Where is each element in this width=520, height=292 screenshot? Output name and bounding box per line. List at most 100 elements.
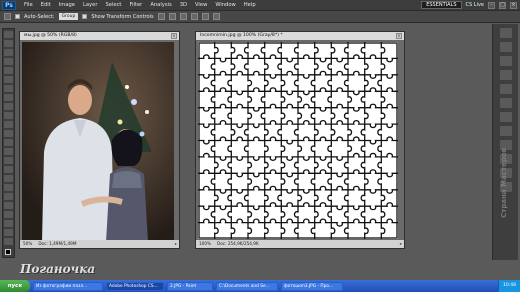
menu-item[interactable]: Window — [211, 2, 239, 8]
tool-icon[interactable] — [4, 130, 13, 137]
tool-icon[interactable] — [4, 229, 13, 236]
panel-icon[interactable] — [500, 112, 512, 122]
photo-title-bar[interactable]: мы.jpg @ 50% (RGB/8) × — [20, 32, 179, 40]
photo-doc-info: Doc: 1,49M/1,49M — [38, 241, 77, 246]
align-icon[interactable] — [168, 13, 176, 20]
menu-item[interactable]: Image — [55, 2, 79, 8]
options-bar: Auto-Select: Group Show Transform Contro… — [0, 11, 520, 23]
couple-photo-image — [22, 42, 174, 242]
main-menu: File Edit Image Layer Select Filter Analysis 3D… — [20, 2, 260, 8]
status-arrow-icon[interactable]: ▸ — [175, 240, 177, 248]
tool-icon[interactable] — [4, 49, 13, 56]
start-button[interactable]: пуск — [0, 280, 30, 292]
menu-item[interactable]: Analysis — [146, 2, 175, 8]
menu-item[interactable]: View — [191, 2, 211, 8]
panel-icon[interactable] — [500, 28, 512, 38]
minimize-button[interactable]: – — [488, 1, 495, 9]
panel-icon[interactable] — [500, 42, 512, 52]
taskbar-item[interactable]: Adobe Photoshop CS... — [106, 281, 164, 291]
distribute-icon[interactable] — [190, 13, 198, 20]
taskbar-item[interactable]: 2.JPG - Paint — [167, 281, 213, 291]
menu-item[interactable]: 3D — [176, 2, 191, 8]
puzzle-canvas[interactable] — [198, 42, 398, 239]
tool-icon[interactable] — [4, 112, 13, 119]
close-button[interactable]: × — [510, 1, 517, 9]
essentials-button[interactable]: ESSENTIALS — [421, 1, 462, 9]
maximize-button[interactable]: □ — [499, 1, 506, 9]
tool-icon[interactable] — [4, 175, 13, 182]
close-icon[interactable]: × — [396, 33, 402, 39]
show-transform-checkbox[interactable] — [82, 14, 88, 19]
align-icon[interactable] — [157, 13, 165, 20]
photo-title: мы.jpg @ 50% (RGB/8) — [24, 33, 77, 38]
tool-icon[interactable] — [4, 121, 13, 128]
windows-taskbar: пуск Из фотографии пазл... Adobe Photosho… — [0, 280, 520, 292]
tool-icon[interactable] — [4, 202, 13, 209]
author-watermark: Поганочка — [20, 262, 96, 276]
status-arrow-icon[interactable]: ▸ — [400, 240, 402, 248]
tool-icon[interactable] — [4, 211, 13, 218]
tool-icon[interactable] — [4, 58, 13, 65]
photo-canvas[interactable] — [22, 42, 174, 242]
tool-icon[interactable] — [4, 184, 13, 191]
puzzle-document-window[interactable]: Incomnimin.jpg @ 100% (Gray/8*) * × 100%… — [195, 31, 405, 249]
align-icon[interactable] — [179, 13, 187, 20]
photo-status-bar: 50% Doc: 1,49M/1,49M ▸ — [20, 240, 179, 248]
photo-zoom[interactable]: 50% — [23, 240, 32, 248]
menu-item[interactable]: Select — [101, 2, 125, 8]
menu-item[interactable]: Filter — [125, 2, 146, 8]
auto-select-checkbox[interactable] — [15, 14, 20, 19]
tool-icon[interactable] — [4, 238, 13, 245]
auto-select-dropdown[interactable]: Group — [58, 13, 79, 20]
taskbar-item[interactable]: фотошоп3.JPG - Про... — [281, 281, 343, 291]
panel-icon[interactable] — [500, 98, 512, 108]
puzzle-zoom[interactable]: 100% — [199, 240, 211, 248]
tool-icon[interactable] — [4, 40, 13, 47]
panels-dock — [492, 24, 518, 260]
panel-icon[interactable] — [500, 70, 512, 80]
photoshop-logo-icon: Ps — [2, 0, 16, 10]
distribute-icon[interactable] — [212, 13, 220, 20]
panel-icon[interactable] — [500, 56, 512, 66]
puzzle-doc-info: Doc: 254,9K/254,9K — [216, 241, 259, 246]
tool-icon[interactable] — [4, 148, 13, 155]
show-transform-label: Show Transform Controls — [91, 13, 154, 20]
panel-icon[interactable] — [500, 126, 512, 136]
tool-icon[interactable] — [4, 157, 13, 164]
tool-icon[interactable] — [4, 103, 13, 110]
tool-icon[interactable] — [4, 67, 13, 74]
tool-icon[interactable] — [4, 193, 13, 200]
close-icon[interactable]: × — [171, 33, 177, 39]
tool-icon[interactable] — [4, 76, 13, 83]
taskbar-item[interactable]: Из фотографии пазл... — [33, 281, 103, 291]
menu-right: ESSENTIALS CS Live – □ × — [421, 1, 517, 9]
menu-item[interactable]: Help — [240, 2, 260, 8]
puzzle-title: Incomnimin.jpg @ 100% (Gray/8*) * — [200, 33, 283, 38]
site-watermark: Страна Мастеров — [500, 148, 508, 218]
cs-live-button[interactable]: CS Live — [466, 2, 484, 8]
taskbar-items: Из фотографии пазл... Adobe Photoshop CS.… — [30, 281, 343, 291]
tools-panel — [2, 28, 15, 258]
foreground-color-swatch[interactable] — [5, 249, 11, 255]
taskbar-item[interactable]: C:\Documents and Se... — [216, 281, 278, 291]
menu-item[interactable]: File — [20, 2, 37, 8]
puzzle-lines — [198, 42, 398, 239]
puzzle-title-bar[interactable]: Incomnimin.jpg @ 100% (Gray/8*) * × — [196, 32, 404, 40]
distribute-icon[interactable] — [201, 13, 209, 20]
tool-icon[interactable] — [4, 31, 13, 38]
tool-icon[interactable] — [4, 85, 13, 92]
photo-document-window[interactable]: мы.jpg @ 50% (RGB/8) × 50% Doc: 1,49M/1,… — [19, 31, 180, 249]
move-tool-icon[interactable] — [4, 13, 11, 20]
menu-item[interactable]: Edit — [37, 2, 55, 8]
tool-icon[interactable] — [4, 166, 13, 173]
puzzle-pattern-image — [198, 42, 398, 239]
auto-select-label: Auto-Select: — [24, 13, 55, 20]
puzzle-status-bar: 100% Doc: 254,9K/254,9K ▸ — [196, 240, 404, 248]
tool-icon[interactable] — [4, 220, 13, 227]
tool-icon[interactable] — [4, 94, 13, 101]
tool-icon[interactable] — [4, 139, 13, 146]
system-clock[interactable]: 10:48 — [498, 280, 520, 292]
panel-icon[interactable] — [500, 84, 512, 94]
menu-bar: Ps File Edit Image Layer Select Filter Analysi… — [0, 0, 520, 11]
menu-item[interactable]: Layer — [79, 2, 101, 8]
